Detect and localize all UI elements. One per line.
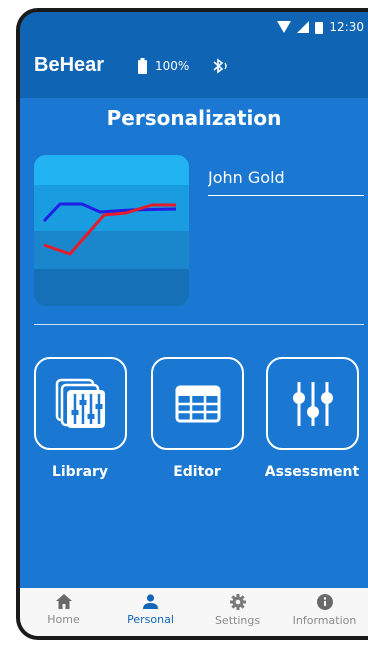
nav-settings-label: Settings	[214, 614, 261, 627]
status-time: 12:30	[329, 20, 364, 34]
gear-icon	[229, 594, 246, 610]
nav-information-label: Information	[292, 614, 357, 627]
assessment-button[interactable]	[266, 357, 359, 450]
library-icon	[55, 378, 105, 428]
brand-logo: BeHear	[34, 54, 105, 76]
signal-icon	[297, 21, 310, 33]
device-frame: 12:30 BeHear 100% Personalization John G…	[16, 8, 368, 640]
battery-icon	[138, 58, 147, 74]
bluetooth-icon	[213, 58, 227, 74]
assessment-label: Assessment	[264, 464, 360, 480]
library-label: Library	[51, 464, 109, 480]
profile-graph-thumbnail[interactable]	[34, 155, 189, 306]
grid-icon	[175, 385, 220, 422]
nav-personal[interactable]: Personal	[107, 588, 194, 636]
nav-personal-label: Personal	[127, 613, 174, 626]
section-divider	[34, 324, 364, 325]
bottom-navigation: Home Personal Settings Information	[20, 588, 368, 636]
home-icon	[55, 594, 72, 609]
nav-home-label: Home	[47, 613, 80, 626]
profile-name-input[interactable]	[208, 163, 364, 191]
page-title: Personalization	[106, 106, 282, 130]
editor-button[interactable]	[151, 357, 244, 450]
wifi-icon	[277, 21, 292, 33]
screen: 12:30 BeHear 100% Personalization John G…	[20, 12, 368, 636]
nav-settings[interactable]: Settings	[194, 588, 281, 636]
info-icon	[316, 594, 333, 610]
library-button[interactable]	[34, 357, 127, 450]
sliders-icon	[292, 381, 333, 426]
hearing-curve-graph	[34, 155, 189, 306]
app-bar: BeHear 100%	[20, 42, 368, 98]
battery-percentage: 100%	[155, 59, 190, 73]
nav-home[interactable]: Home	[20, 588, 107, 636]
profile-name-field[interactable]	[208, 163, 364, 195]
editor-label: Editor	[173, 464, 221, 480]
person-icon	[143, 594, 158, 609]
battery-status-icon	[315, 21, 324, 34]
name-underline	[208, 195, 364, 196]
nav-information[interactable]: Information	[281, 588, 368, 636]
status-bar: 12:30	[20, 12, 368, 42]
